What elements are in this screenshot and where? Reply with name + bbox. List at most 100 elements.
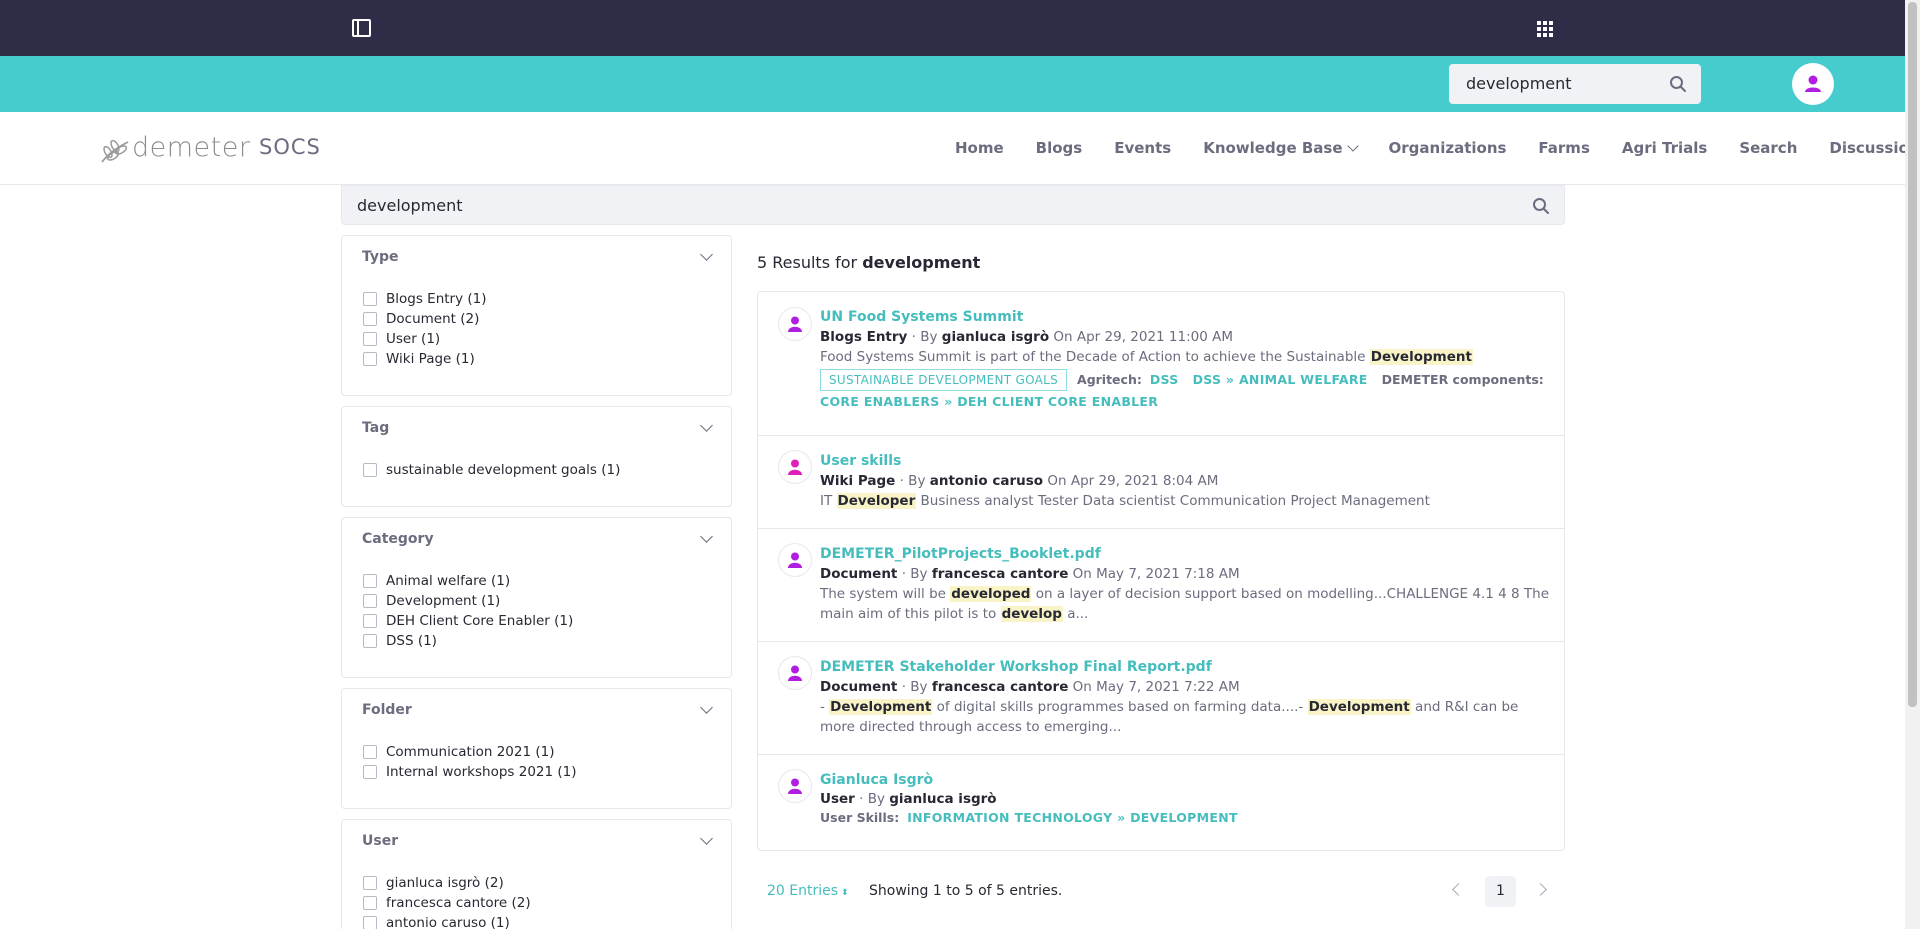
- checkbox[interactable]: [363, 745, 377, 759]
- result-highlight: develop: [1000, 606, 1063, 622]
- nav-item-agri-trials[interactable]: Agri Trials: [1622, 139, 1707, 157]
- skills-link[interactable]: INFORMATION TECHNOLOGY » DEVELOPMENT: [907, 810, 1238, 825]
- result-meta: Document · By francesca cantore On May 7…: [820, 564, 1550, 584]
- facet-title[interactable]: Category: [362, 531, 434, 547]
- facet-option-label: Document (2): [386, 311, 480, 327]
- result-by: · By: [901, 679, 928, 695]
- site-name[interactable]: SOCS: [259, 135, 321, 159]
- chevron-down-icon[interactable]: [700, 248, 713, 261]
- checkbox[interactable]: [363, 292, 377, 306]
- result-body: User skills Wiki Page · By antonio carus…: [820, 451, 1550, 511]
- result-author: francesca cantore: [931, 566, 1069, 582]
- list-item: DEMETER_PilotProjects_Booklet.pdf Docume…: [758, 529, 1564, 642]
- facet-option[interactable]: Animal welfare (1): [363, 571, 573, 591]
- facet-title[interactable]: User: [362, 833, 398, 849]
- checkbox[interactable]: [363, 352, 377, 366]
- result-title[interactable]: DEMETER Stakeholder Workshop Final Repor…: [820, 657, 1550, 677]
- category-link[interactable]: DSS: [1150, 372, 1179, 387]
- nav-item-knowledge-base[interactable]: Knowledge Base: [1203, 139, 1359, 157]
- tag-link[interactable]: SUSTAINABLE DEVELOPMENT GOALS: [820, 369, 1068, 391]
- checkbox[interactable]: [363, 765, 377, 779]
- checkbox[interactable]: [363, 332, 377, 346]
- facet-option[interactable]: Blogs Entry (1): [363, 289, 487, 309]
- facet-option[interactable]: Document (2): [363, 309, 487, 329]
- result-description: The system will be developed on a layer …: [820, 584, 1550, 624]
- nav-item-blogs[interactable]: Blogs: [1036, 139, 1083, 157]
- facet-option[interactable]: Communication 2021 (1): [363, 742, 577, 762]
- header-search-value[interactable]: development: [1466, 74, 1572, 93]
- user-icon: [788, 778, 802, 794]
- nav-item-search[interactable]: Search: [1739, 139, 1797, 157]
- result-meta: Blogs Entry · By gianluca isgrò On Apr 2…: [820, 327, 1550, 347]
- checkbox[interactable]: [363, 614, 377, 628]
- facet-option[interactable]: Development (1): [363, 591, 573, 611]
- user-icon: [788, 316, 802, 332]
- facet-option[interactable]: Wiki Page (1): [363, 349, 487, 369]
- facet-user: User gianluca isgrò (2) francesca cantor…: [341, 819, 732, 929]
- checkbox[interactable]: [363, 463, 377, 477]
- checkbox[interactable]: [363, 916, 377, 929]
- result-highlight: Development: [1369, 349, 1473, 365]
- checkbox[interactable]: [363, 312, 377, 326]
- search-icon[interactable]: [1532, 197, 1550, 215]
- sort-caret-icon: ⬍: [841, 888, 849, 898]
- search-input-value[interactable]: development: [357, 196, 463, 215]
- facet-option[interactable]: sustainable development goals (1): [363, 460, 620, 480]
- result-title[interactable]: UN Food Systems Summit: [820, 307, 1550, 327]
- facet-option-label: francesca cantore (2): [386, 895, 531, 911]
- facet-option[interactable]: User (1): [363, 329, 487, 349]
- list-item: UN Food Systems Summit Blogs Entry · By …: [758, 292, 1564, 436]
- category-link[interactable]: CORE ENABLERS » DEH CLIENT CORE ENABLER: [820, 394, 1158, 409]
- facet-option[interactable]: gianluca isgrò (2): [363, 873, 531, 893]
- avatar: [779, 770, 811, 802]
- facet-title[interactable]: Type: [362, 249, 399, 265]
- chevron-down-icon[interactable]: [700, 832, 713, 845]
- chevron-down-icon[interactable]: [700, 530, 713, 543]
- checkbox[interactable]: [363, 594, 377, 608]
- header-search-input[interactable]: development: [1449, 64, 1701, 104]
- result-desc-text: -: [820, 699, 825, 715]
- chevron-down-icon[interactable]: [700, 419, 713, 432]
- category-link[interactable]: DSS » ANIMAL WELFARE: [1193, 372, 1368, 387]
- facet-title[interactable]: Tag: [362, 420, 389, 436]
- checkbox[interactable]: [363, 876, 377, 890]
- apps-grid-icon[interactable]: [1537, 21, 1553, 37]
- result-title[interactable]: Gianluca Isgrò: [820, 770, 1550, 790]
- result-desc-text: of digital skills programmes based on fa…: [936, 699, 1304, 715]
- result-title[interactable]: User skills: [820, 451, 1550, 471]
- facet-option[interactable]: francesca cantore (2): [363, 893, 531, 913]
- nav-item-events[interactable]: Events: [1114, 139, 1171, 157]
- facet-option[interactable]: antonio caruso (1): [363, 913, 531, 929]
- page-number-current[interactable]: 1: [1485, 876, 1516, 907]
- nav-item-farms[interactable]: Farms: [1538, 139, 1589, 157]
- result-type: Document: [820, 566, 898, 582]
- entries-per-page-dropdown[interactable]: 20 Entries ⬍: [767, 883, 849, 899]
- result-date: On Apr 29, 2021 8:04 AM: [1047, 473, 1219, 489]
- scrollbar-thumb[interactable]: [1908, 2, 1917, 707]
- facet-option[interactable]: Internal workshops 2021 (1): [363, 762, 577, 782]
- result-date: On Apr 29, 2021 11:00 AM: [1053, 329, 1234, 345]
- checkbox[interactable]: [363, 634, 377, 648]
- result-description: - Development of digital skills programm…: [820, 697, 1550, 737]
- facet-option[interactable]: DSS (1): [363, 631, 573, 651]
- chevron-right-icon[interactable]: [1534, 883, 1547, 896]
- results-count: 5 Results for: [757, 253, 858, 272]
- user-avatar-button[interactable]: [1792, 63, 1834, 105]
- result-by: · By: [899, 473, 926, 489]
- facet-option[interactable]: DEH Client Core Enabler (1): [363, 611, 573, 631]
- checkbox[interactable]: [363, 896, 377, 910]
- checkbox[interactable]: [363, 574, 377, 588]
- page-scrollbar[interactable]: [1905, 0, 1920, 929]
- sidebar-toggle-icon[interactable]: [352, 19, 371, 37]
- search-input[interactable]: development: [341, 185, 1565, 225]
- facet-type: Type Blogs Entry (1) Document (2) User (…: [341, 235, 732, 396]
- facet-option-label: User (1): [386, 331, 441, 347]
- demeter-logo[interactable]: demeter: [98, 132, 250, 168]
- nav-item-organizations[interactable]: Organizations: [1389, 139, 1507, 157]
- search-icon[interactable]: [1669, 75, 1687, 93]
- facet-title[interactable]: Folder: [362, 702, 412, 718]
- chevron-down-icon[interactable]: [700, 701, 713, 714]
- nav-item-home[interactable]: Home: [955, 139, 1004, 157]
- chevron-left-icon[interactable]: [1452, 883, 1465, 896]
- result-title[interactable]: DEMETER_PilotProjects_Booklet.pdf: [820, 544, 1550, 564]
